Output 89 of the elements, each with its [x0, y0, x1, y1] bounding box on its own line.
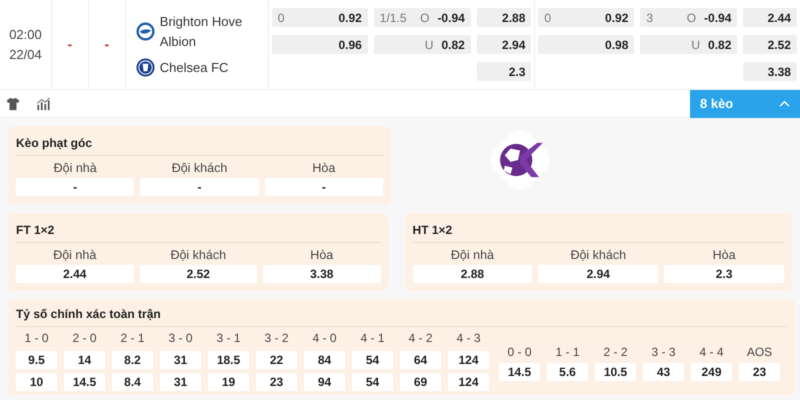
outcome-label: Đội nhà	[450, 247, 495, 264]
odds-cell[interactable]: 23	[256, 373, 297, 391]
odds-cell[interactable]: 43	[643, 363, 684, 381]
match-time: 02:00	[9, 26, 42, 44]
odds-cell[interactable]: 2.3	[476, 62, 532, 81]
outcome-label: Hòa	[311, 160, 336, 177]
odds-cell[interactable]: 0.96	[272, 35, 368, 54]
score-label: 1 - 0	[23, 330, 50, 347]
odds-cell[interactable]: 2.52	[140, 265, 258, 283]
score-label: 3 - 2	[263, 330, 290, 347]
odds-cell[interactable]: 10	[16, 373, 57, 391]
score-label: 3 - 0	[167, 330, 194, 347]
score-label: 3 - 1	[215, 330, 242, 347]
odds-cell[interactable]: 2.88	[476, 8, 532, 27]
score-label: 3 - 3	[650, 344, 676, 361]
market-title: FT 1×2	[16, 221, 381, 243]
odds-cell[interactable]: 3.38	[743, 62, 797, 81]
shirt-icon[interactable]	[6, 96, 20, 110]
odds-cell[interactable]: 3 O -0.94	[640, 8, 738, 27]
club-crest-icon	[136, 22, 155, 41]
score-label: 2 - 1	[119, 330, 146, 347]
odds-cell[interactable]: 124	[448, 351, 489, 369]
score-label: 4 - 3	[455, 330, 482, 347]
odds-cell[interactable]: 64	[400, 351, 441, 369]
odds-cell[interactable]: 18.5	[208, 351, 249, 369]
outcome-label: Hòa	[712, 247, 737, 264]
odds-cell[interactable]: 3.38	[263, 265, 381, 283]
score-label: 1 - 1	[554, 344, 580, 361]
odds-cell[interactable]: 2.94	[476, 35, 532, 54]
score-label: 2 - 2	[602, 344, 628, 361]
odds-cell[interactable]: 94	[304, 373, 345, 391]
odds-cell[interactable]: 8.4	[112, 373, 153, 391]
odds-cell[interactable]: 249	[691, 363, 732, 381]
odds-cell[interactable]: U 0.82	[640, 35, 738, 54]
odds-cell[interactable]: 2.88	[412, 265, 532, 283]
outcome-label: Đội nhà	[52, 160, 98, 177]
score-label: 2 - 0	[71, 330, 98, 347]
score-label: 4 - 1	[359, 330, 386, 347]
odds-cell[interactable]: 84	[304, 351, 345, 369]
odds-cell[interactable]: 69	[400, 373, 441, 391]
odds-cell[interactable]: U 0.82	[374, 35, 471, 54]
score-label: AOS	[746, 344, 774, 361]
odds-cell[interactable]: 2.3	[664, 265, 784, 283]
market-title: HT 1×2	[412, 221, 784, 243]
odds-cell[interactable]: 23	[739, 363, 780, 381]
odds-cell[interactable]: 8.2	[112, 351, 153, 369]
outcome-label: Đội khách	[169, 247, 228, 264]
odds-cell[interactable]: 9.5	[16, 351, 57, 369]
odds-cell[interactable]: 5.6	[547, 363, 588, 381]
market-title: Kèo phạt góc	[16, 134, 383, 156]
match-date: 22/04	[9, 46, 42, 64]
odds-cell[interactable]: 31	[160, 351, 201, 369]
odds-cell[interactable]: 31	[160, 373, 201, 391]
odds-cell[interactable]: 2.44	[16, 265, 134, 283]
odds-cell[interactable]: 54	[352, 373, 393, 391]
odds-cell[interactable]: 0.98	[538, 35, 634, 54]
club-crest-icon	[136, 58, 155, 77]
odds-cell[interactable]: 22	[256, 351, 297, 369]
odds-cell[interactable]: 2.52	[743, 35, 797, 54]
odds-cell[interactable]: 1/1.5 O -0.94	[374, 8, 471, 27]
score: -	[104, 35, 110, 54]
odds-cell[interactable]: 14.5	[64, 373, 105, 391]
outcome-label: Hòa	[309, 247, 334, 264]
outcome-label: Đội khách	[569, 247, 628, 264]
odds-cell[interactable]: 14	[64, 351, 105, 369]
odds-cell[interactable]: 2.94	[538, 265, 658, 283]
chevron-icon	[779, 100, 790, 107]
odds-cell[interactable]: -	[140, 178, 259, 196]
odds-cell[interactable]: 0 0.92	[538, 8, 634, 27]
outcome-label: Đội nhà	[52, 247, 98, 264]
outcome-label: Đội khách	[170, 160, 228, 177]
score-label: 4 - 0	[311, 330, 338, 347]
odds-cell[interactable]: 0 0.92	[272, 8, 368, 27]
chart-icon[interactable]	[36, 96, 51, 110]
score-label: 0 - 0	[506, 344, 532, 361]
score-label: 4 - 4	[698, 344, 724, 361]
market-title: Tỷ số chính xác toàn trận	[16, 305, 787, 327]
team-name: Chelsea FC	[160, 58, 230, 76]
odds-cell[interactable]: 124	[448, 373, 489, 391]
odds-cell[interactable]: -	[16, 178, 134, 196]
team-name: Brighton Hove Albion	[160, 12, 244, 50]
odds-cell[interactable]: 54	[352, 351, 393, 369]
odds-cell[interactable]: 14.5	[499, 363, 540, 381]
odds-cell[interactable]: 2.44	[743, 8, 797, 27]
score-label: 4 - 2	[407, 330, 434, 347]
score: -	[68, 35, 72, 54]
odds-cell[interactable]: 19	[208, 373, 249, 391]
odds-cell[interactable]: 10.5	[595, 363, 636, 381]
odds-cell[interactable]: -	[264, 178, 383, 196]
